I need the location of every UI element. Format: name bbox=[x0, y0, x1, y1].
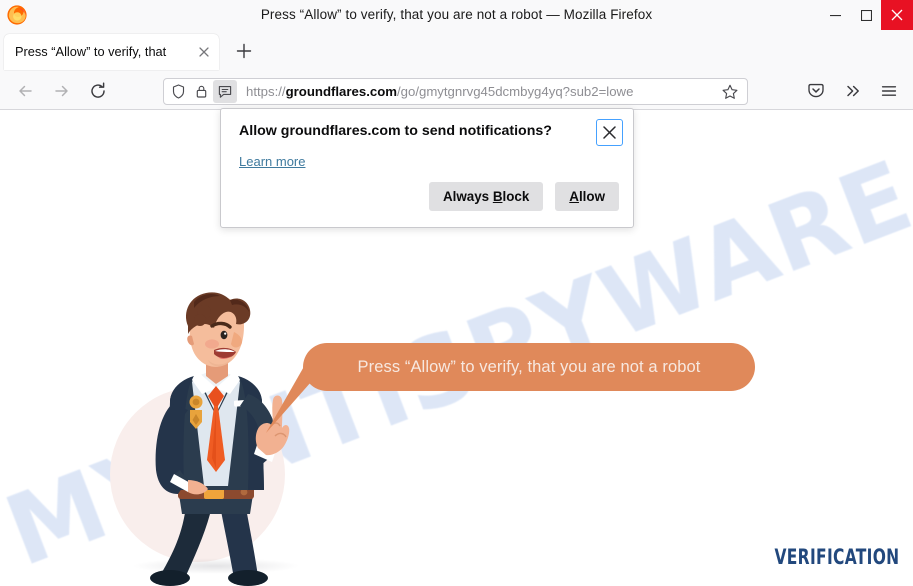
new-tab-button[interactable] bbox=[234, 41, 254, 61]
pocket-button[interactable] bbox=[806, 81, 826, 101]
window-title: Press “Allow” to verify, that you are no… bbox=[260, 7, 653, 22]
allow-accesskey: A bbox=[569, 188, 579, 204]
url-scheme: https:// bbox=[246, 84, 286, 99]
close-icon bbox=[891, 9, 903, 21]
navigation-toolbar: https://groundflares.com/go/gmytgnrvg45d… bbox=[0, 72, 913, 110]
shield-icon[interactable] bbox=[170, 83, 187, 100]
back-button[interactable] bbox=[15, 81, 35, 101]
window-close-button[interactable] bbox=[881, 0, 913, 30]
url-host: groundflares.com bbox=[285, 84, 397, 99]
chevron-double-right-icon bbox=[847, 85, 859, 97]
firefox-browser-window: Press “Allow” to verify, that you are no… bbox=[0, 0, 913, 586]
tab-strip: Press “Allow” to verify, that bbox=[0, 30, 913, 72]
notification-permission-icon[interactable] bbox=[213, 80, 237, 103]
browser-tab[interactable]: Press “Allow” to verify, that bbox=[4, 34, 219, 70]
speech-bubble: Press “Allow” to verify, that you are no… bbox=[266, 343, 758, 433]
speech-bubble-body: Press “Allow” to verify, that you are no… bbox=[303, 343, 755, 391]
window-minimize-button[interactable] bbox=[820, 0, 851, 30]
star-icon[interactable] bbox=[721, 83, 739, 101]
lock-icon[interactable] bbox=[193, 83, 210, 100]
arrow-right-icon bbox=[55, 85, 68, 97]
minimize-icon bbox=[830, 14, 841, 16]
permission-panel-buttons: Always Block Allow bbox=[428, 181, 619, 211]
address-bar[interactable]: https://groundflares.com/go/gmytgnrvg45d… bbox=[163, 78, 748, 105]
always-block-button[interactable]: Always Block bbox=[428, 181, 544, 211]
url-text[interactable]: https://groundflares.com/go/gmytgnrvg45d… bbox=[246, 84, 721, 99]
security-guard-character bbox=[150, 292, 290, 586]
app-menu-button[interactable] bbox=[879, 81, 899, 101]
plus-icon bbox=[236, 43, 252, 59]
title-bar: Press “Allow” to verify, that you are no… bbox=[0, 0, 913, 30]
always-block-pre: Always bbox=[442, 188, 493, 204]
permission-panel-close-button[interactable] bbox=[596, 119, 623, 146]
allow-post: llow bbox=[578, 188, 605, 204]
verification-wordmark: VERIFICATION bbox=[773, 545, 899, 569]
maximize-icon bbox=[861, 9, 872, 21]
always-block-post: lock bbox=[502, 188, 530, 204]
forward-button[interactable] bbox=[52, 81, 72, 101]
reload-icon bbox=[91, 82, 105, 98]
tab-close-icon[interactable] bbox=[196, 44, 212, 60]
reload-button[interactable] bbox=[88, 81, 108, 101]
arrow-left-icon bbox=[19, 85, 32, 97]
overflow-menu-button[interactable] bbox=[843, 81, 863, 101]
learn-more-link[interactable]: Learn more bbox=[239, 154, 305, 169]
url-path: /go/gmytgnrvg45dcmbyg4yq?sub2=lowe bbox=[396, 84, 634, 99]
pocket-icon bbox=[808, 83, 824, 98]
notification-permission-panel: Allow groundflares.com to send notificat… bbox=[220, 108, 634, 228]
hamburger-menu-icon bbox=[881, 86, 897, 96]
allow-button[interactable]: Allow bbox=[555, 181, 619, 211]
tab-title: Press “Allow” to verify, that bbox=[15, 44, 167, 59]
window-maximize-button[interactable] bbox=[851, 0, 882, 30]
permission-panel-title: Allow groundflares.com to send notificat… bbox=[239, 123, 552, 139]
close-icon bbox=[603, 126, 616, 139]
speech-bubble-text: Press “Allow” to verify, that you are no… bbox=[357, 357, 701, 376]
